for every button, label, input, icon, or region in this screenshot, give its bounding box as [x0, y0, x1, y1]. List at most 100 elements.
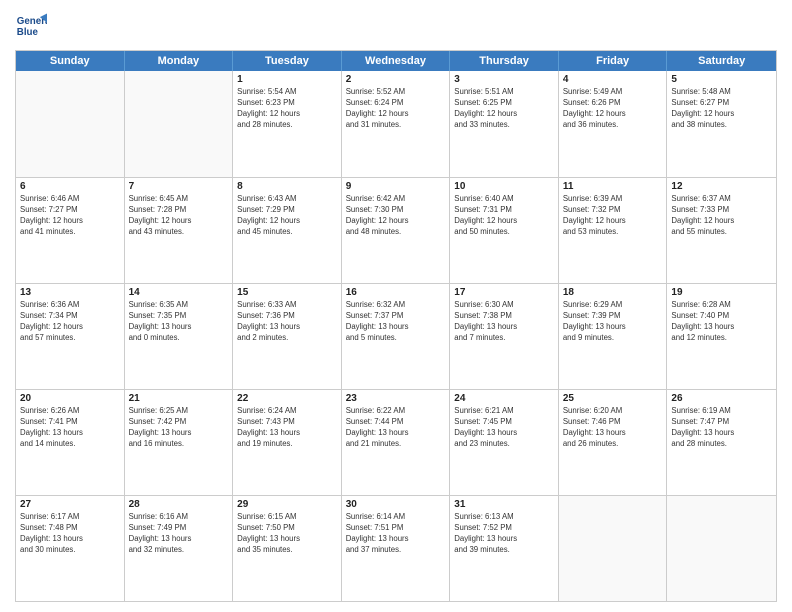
table-row: 17 Sunrise: 6:30 AM Sunset: 7:38 PM Dayli…: [450, 284, 559, 389]
day-info: Sunrise: 6:36 AM Sunset: 7:34 PM Dayligh…: [20, 300, 120, 344]
day-number: 6: [20, 181, 120, 192]
day-number: 21: [129, 393, 229, 404]
day-number: 13: [20, 287, 120, 298]
day-number: 16: [346, 287, 446, 298]
day-number: 17: [454, 287, 554, 298]
day-number: 10: [454, 181, 554, 192]
table-row: 18 Sunrise: 6:29 AM Sunset: 7:39 PM Dayli…: [559, 284, 668, 389]
day-number: 15: [237, 287, 337, 298]
header-day-saturday: Saturday: [667, 51, 776, 71]
day-number: 8: [237, 181, 337, 192]
table-row: 8 Sunrise: 6:43 AM Sunset: 7:29 PM Daylig…: [233, 178, 342, 283]
day-info: Sunrise: 6:46 AM Sunset: 7:27 PM Dayligh…: [20, 194, 120, 238]
table-row: [16, 71, 125, 177]
day-info: Sunrise: 5:48 AM Sunset: 6:27 PM Dayligh…: [671, 87, 772, 131]
table-row: 3Sunrise: 5:51 AM Sunset: 6:25 PM Daylig…: [450, 71, 559, 177]
day-number: 12: [671, 181, 772, 192]
logo: General Blue: [15, 10, 47, 42]
table-row: 29 Sunrise: 6:15 AM Sunset: 7:50 PM Dayli…: [233, 496, 342, 601]
table-row: [125, 71, 234, 177]
table-row: 12 Sunrise: 6:37 AM Sunset: 7:33 PM Dayli…: [667, 178, 776, 283]
table-row: [559, 496, 668, 601]
day-info: Sunrise: 5:54 AM Sunset: 6:23 PM Dayligh…: [237, 87, 337, 131]
day-info: Sunrise: 6:13 AM Sunset: 7:52 PM Dayligh…: [454, 512, 554, 556]
day-info: Sunrise: 6:32 AM Sunset: 7:37 PM Dayligh…: [346, 300, 446, 344]
table-row: 30Sunrise: 6:14 AM Sunset: 7:51 PM Dayli…: [342, 496, 451, 601]
day-number: 31: [454, 499, 554, 510]
day-number: 29: [237, 499, 337, 510]
day-number: 27: [20, 499, 120, 510]
table-row: 15 Sunrise: 6:33 AM Sunset: 7:36 PM Dayli…: [233, 284, 342, 389]
header-day-sunday: Sunday: [16, 51, 125, 71]
day-info: Sunrise: 6:39 AM Sunset: 7:32 PM Dayligh…: [563, 194, 663, 238]
table-row: 28Sunrise: 6:16 AM Sunset: 7:49 PM Dayli…: [125, 496, 234, 601]
table-row: 7Sunrise: 6:45 AM Sunset: 7:28 PM Daylig…: [125, 178, 234, 283]
day-info: Sunrise: 6:24 AM Sunset: 7:43 PM Dayligh…: [237, 406, 337, 450]
header-day-wednesday: Wednesday: [342, 51, 451, 71]
header-day-thursday: Thursday: [450, 51, 559, 71]
day-info: Sunrise: 6:42 AM Sunset: 7:30 PM Dayligh…: [346, 194, 446, 238]
day-info: Sunrise: 6:35 AM Sunset: 7:35 PM Dayligh…: [129, 300, 229, 344]
table-row: 25 Sunrise: 6:20 AM Sunset: 7:46 PM Dayli…: [559, 390, 668, 495]
day-info: Sunrise: 6:17 AM Sunset: 7:48 PM Dayligh…: [20, 512, 120, 556]
day-number: 28: [129, 499, 229, 510]
day-info: Sunrise: 6:37 AM Sunset: 7:33 PM Dayligh…: [671, 194, 772, 238]
day-info: Sunrise: 6:26 AM Sunset: 7:41 PM Dayligh…: [20, 406, 120, 450]
day-info: Sunrise: 5:51 AM Sunset: 6:25 PM Dayligh…: [454, 87, 554, 131]
day-number: 11: [563, 181, 663, 192]
table-row: 14 Sunrise: 6:35 AM Sunset: 7:35 PM Dayli…: [125, 284, 234, 389]
day-info: Sunrise: 6:15 AM Sunset: 7:50 PM Dayligh…: [237, 512, 337, 556]
table-row: 13 Sunrise: 6:36 AM Sunset: 7:34 PM Dayli…: [16, 284, 125, 389]
table-row: 16 Sunrise: 6:32 AM Sunset: 7:37 PM Dayli…: [342, 284, 451, 389]
day-number: 24: [454, 393, 554, 404]
day-info: Sunrise: 6:21 AM Sunset: 7:45 PM Dayligh…: [454, 406, 554, 450]
day-number: 14: [129, 287, 229, 298]
table-row: 27 Sunrise: 6:17 AM Sunset: 7:48 PM Dayli…: [16, 496, 125, 601]
day-number: 2: [346, 74, 446, 85]
day-info: Sunrise: 6:33 AM Sunset: 7:36 PM Dayligh…: [237, 300, 337, 344]
day-number: 20: [20, 393, 120, 404]
day-info: Sunrise: 6:20 AM Sunset: 7:46 PM Dayligh…: [563, 406, 663, 450]
calendar-body: 1Sunrise: 5:54 AM Sunset: 6:23 PM Daylig…: [16, 71, 776, 601]
page: General Blue SundayMondayTuesdayWednesda…: [0, 0, 792, 612]
day-info: Sunrise: 5:49 AM Sunset: 6:26 PM Dayligh…: [563, 87, 663, 131]
table-row: 10 Sunrise: 6:40 AM Sunset: 7:31 PM Dayli…: [450, 178, 559, 283]
day-info: Sunrise: 6:22 AM Sunset: 7:44 PM Dayligh…: [346, 406, 446, 450]
week-row-2: 6 Sunrise: 6:46 AM Sunset: 7:27 PM Daylig…: [16, 177, 776, 283]
table-row: 9 Sunrise: 6:42 AM Sunset: 7:30 PM Daylig…: [342, 178, 451, 283]
day-info: Sunrise: 6:25 AM Sunset: 7:42 PM Dayligh…: [129, 406, 229, 450]
day-number: 22: [237, 393, 337, 404]
day-info: Sunrise: 6:40 AM Sunset: 7:31 PM Dayligh…: [454, 194, 554, 238]
table-row: 19 Sunrise: 6:28 AM Sunset: 7:40 PM Dayli…: [667, 284, 776, 389]
table-row: 11 Sunrise: 6:39 AM Sunset: 7:32 PM Dayli…: [559, 178, 668, 283]
day-info: Sunrise: 5:52 AM Sunset: 6:24 PM Dayligh…: [346, 87, 446, 131]
day-number: 18: [563, 287, 663, 298]
week-row-3: 13 Sunrise: 6:36 AM Sunset: 7:34 PM Dayli…: [16, 283, 776, 389]
table-row: 1Sunrise: 5:54 AM Sunset: 6:23 PM Daylig…: [233, 71, 342, 177]
day-number: 26: [671, 393, 772, 404]
day-number: 9: [346, 181, 446, 192]
day-number: 25: [563, 393, 663, 404]
day-number: 23: [346, 393, 446, 404]
svg-text:Blue: Blue: [17, 27, 39, 38]
week-row-4: 20 Sunrise: 6:26 AM Sunset: 7:41 PM Dayli…: [16, 389, 776, 495]
header: General Blue: [15, 10, 777, 42]
day-info: Sunrise: 6:43 AM Sunset: 7:29 PM Dayligh…: [237, 194, 337, 238]
table-row: 2 Sunrise: 5:52 AM Sunset: 6:24 PM Daylig…: [342, 71, 451, 177]
table-row: 24 Sunrise: 6:21 AM Sunset: 7:45 PM Dayli…: [450, 390, 559, 495]
day-number: 19: [671, 287, 772, 298]
table-row: 5Sunrise: 5:48 AM Sunset: 6:27 PM Daylig…: [667, 71, 776, 177]
header-day-friday: Friday: [559, 51, 668, 71]
header-day-tuesday: Tuesday: [233, 51, 342, 71]
table-row: 4 Sunrise: 5:49 AM Sunset: 6:26 PM Daylig…: [559, 71, 668, 177]
table-row: 22 Sunrise: 6:24 AM Sunset: 7:43 PM Dayli…: [233, 390, 342, 495]
day-number: 4: [563, 74, 663, 85]
table-row: 21 Sunrise: 6:25 AM Sunset: 7:42 PM Dayli…: [125, 390, 234, 495]
table-row: 6 Sunrise: 6:46 AM Sunset: 7:27 PM Daylig…: [16, 178, 125, 283]
header-day-monday: Monday: [125, 51, 234, 71]
week-row-5: 27 Sunrise: 6:17 AM Sunset: 7:48 PM Dayli…: [16, 495, 776, 601]
day-info: Sunrise: 6:30 AM Sunset: 7:38 PM Dayligh…: [454, 300, 554, 344]
day-info: Sunrise: 6:19 AM Sunset: 7:47 PM Dayligh…: [671, 406, 772, 450]
day-info: Sunrise: 6:28 AM Sunset: 7:40 PM Dayligh…: [671, 300, 772, 344]
day-info: Sunrise: 6:29 AM Sunset: 7:39 PM Dayligh…: [563, 300, 663, 344]
